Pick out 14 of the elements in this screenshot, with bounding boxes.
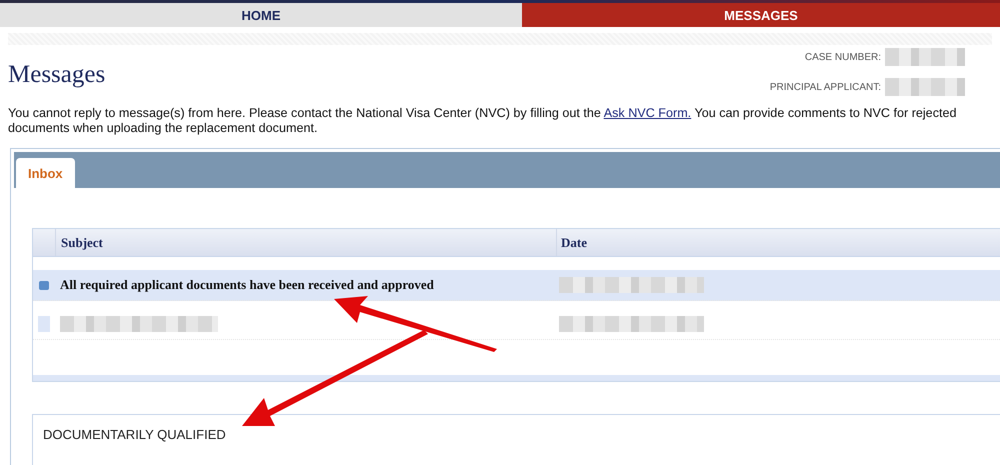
nav-tab[interactable]: MESSAGES <box>522 3 1000 27</box>
page-title: Messages <box>8 61 106 90</box>
square-icon <box>38 316 50 332</box>
ask-nvc-link[interactable]: Ask NVC Form. <box>604 106 692 120</box>
message-body: DOCUMENTARILY QUALIFIED <box>43 427 227 442</box>
nav-tab[interactable]: HOME <box>0 3 522 27</box>
message-subject: All required applicant documents have been received and approved <box>60 277 434 293</box>
column-header[interactable]: Date <box>556 229 1000 256</box>
field-label: PRINCIPAL APPLICANT: <box>770 82 881 92</box>
notice-text: You cannot reply to message(s) from here. Please contact the National Visa Center (NVC) by filling out the Ask NVC Form. You can provide comments to NVC for rejected documents when uploading the replacement document. <box>8 106 958 136</box>
field-label: CASE NUMBER: <box>804 52 881 62</box>
message-row[interactable]: All required applicant documents have been received and approved <box>33 270 1000 301</box>
column-header[interactable]: Subject <box>55 229 556 256</box>
inbox-tab[interactable]: Inbox <box>16 158 75 188</box>
